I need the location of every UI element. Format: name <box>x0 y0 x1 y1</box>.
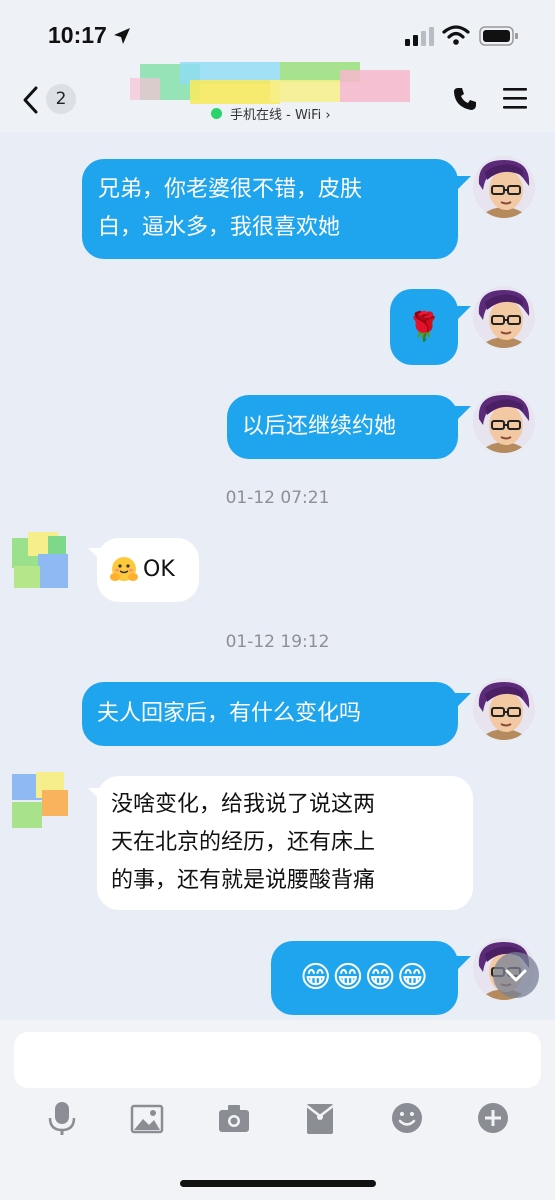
chevron-down-icon <box>505 969 527 982</box>
mic-icon[interactable] <box>45 1100 79 1136</box>
my-avatar[interactable] <box>473 286 535 348</box>
message-timestamp: 01-12 19:12 <box>225 632 330 652</box>
scroll-to-bottom-button[interactable] <box>493 952 539 998</box>
status-time: 10:17 <box>48 22 107 48</box>
bubble-tail <box>455 306 471 322</box>
battery-icon <box>479 26 518 46</box>
message-input[interactable] <box>14 1032 541 1088</box>
unread-count-badge[interactable]: 2 <box>46 84 76 114</box>
emoji-icon[interactable] <box>390 1100 424 1136</box>
message-text: 😁😁😁😁 <box>299 960 430 995</box>
bubble-tail <box>455 176 471 192</box>
message-bubble-incoming[interactable]: 没啥变化，给我说了说这两 天在北京的经历，还有床上 的事，还有就是说腰酸背痛 <box>97 776 473 910</box>
plus-icon[interactable] <box>476 1100 510 1136</box>
message-text: 🌹 <box>406 310 442 343</box>
wifi-icon <box>442 25 470 45</box>
message-bubble-outgoing[interactable]: 🌹 <box>390 289 458 365</box>
home-indicator[interactable] <box>180 1180 376 1187</box>
camera-icon[interactable] <box>217 1100 251 1136</box>
bubble-tail <box>455 693 471 709</box>
contact-avatar-redacted[interactable] <box>8 770 70 832</box>
bubble-tail <box>455 956 471 972</box>
bubble-tail <box>455 406 471 422</box>
online-status-dot <box>211 108 222 119</box>
message-timestamp: 01-12 07:21 <box>225 488 330 508</box>
contact-avatar-redacted[interactable] <box>8 530 70 592</box>
message-bubble-outgoing[interactable]: 夫人回家后，有什么变化吗 <box>82 682 458 746</box>
chevron-left-icon[interactable] <box>20 85 42 115</box>
message-bubble-outgoing[interactable]: 😁😁😁😁 <box>271 941 458 1015</box>
red-packet-icon[interactable] <box>303 1100 337 1136</box>
menu-icon[interactable] <box>502 86 528 110</box>
cellular-signal-icon <box>405 27 434 46</box>
message-text: 兄弟，你老婆很不错，皮肤 白，逼水多，我很喜欢她 <box>98 177 363 240</box>
contact-name-redacted <box>130 62 410 104</box>
my-avatar[interactable] <box>473 391 535 453</box>
message-text: 以后还继续约她 <box>242 414 397 439</box>
image-icon[interactable] <box>130 1100 164 1136</box>
phone-call-icon[interactable] <box>452 86 478 112</box>
message-bubble-outgoing[interactable]: 兄弟，你老婆很不错，皮肤 白，逼水多，我很喜欢她 <box>82 159 458 259</box>
message-text: OK <box>143 557 175 582</box>
message-text: 夫人回家后，有什么变化吗 <box>97 701 362 726</box>
my-avatar[interactable] <box>473 156 535 218</box>
location-arrow-icon <box>114 28 130 44</box>
online-status-text[interactable]: 手机在线 - WiFi › <box>230 104 331 123</box>
hug-emoji-icon <box>109 555 139 585</box>
my-avatar[interactable] <box>473 678 535 740</box>
message-bubble-outgoing[interactable]: 以后还继续约她 <box>227 395 458 459</box>
message-bubble-incoming[interactable]: OK <box>97 538 199 602</box>
message-text: 没啥变化，给我说了说这两 天在北京的经历，还有床上 的事，还有就是说腰酸背痛 <box>111 792 376 893</box>
